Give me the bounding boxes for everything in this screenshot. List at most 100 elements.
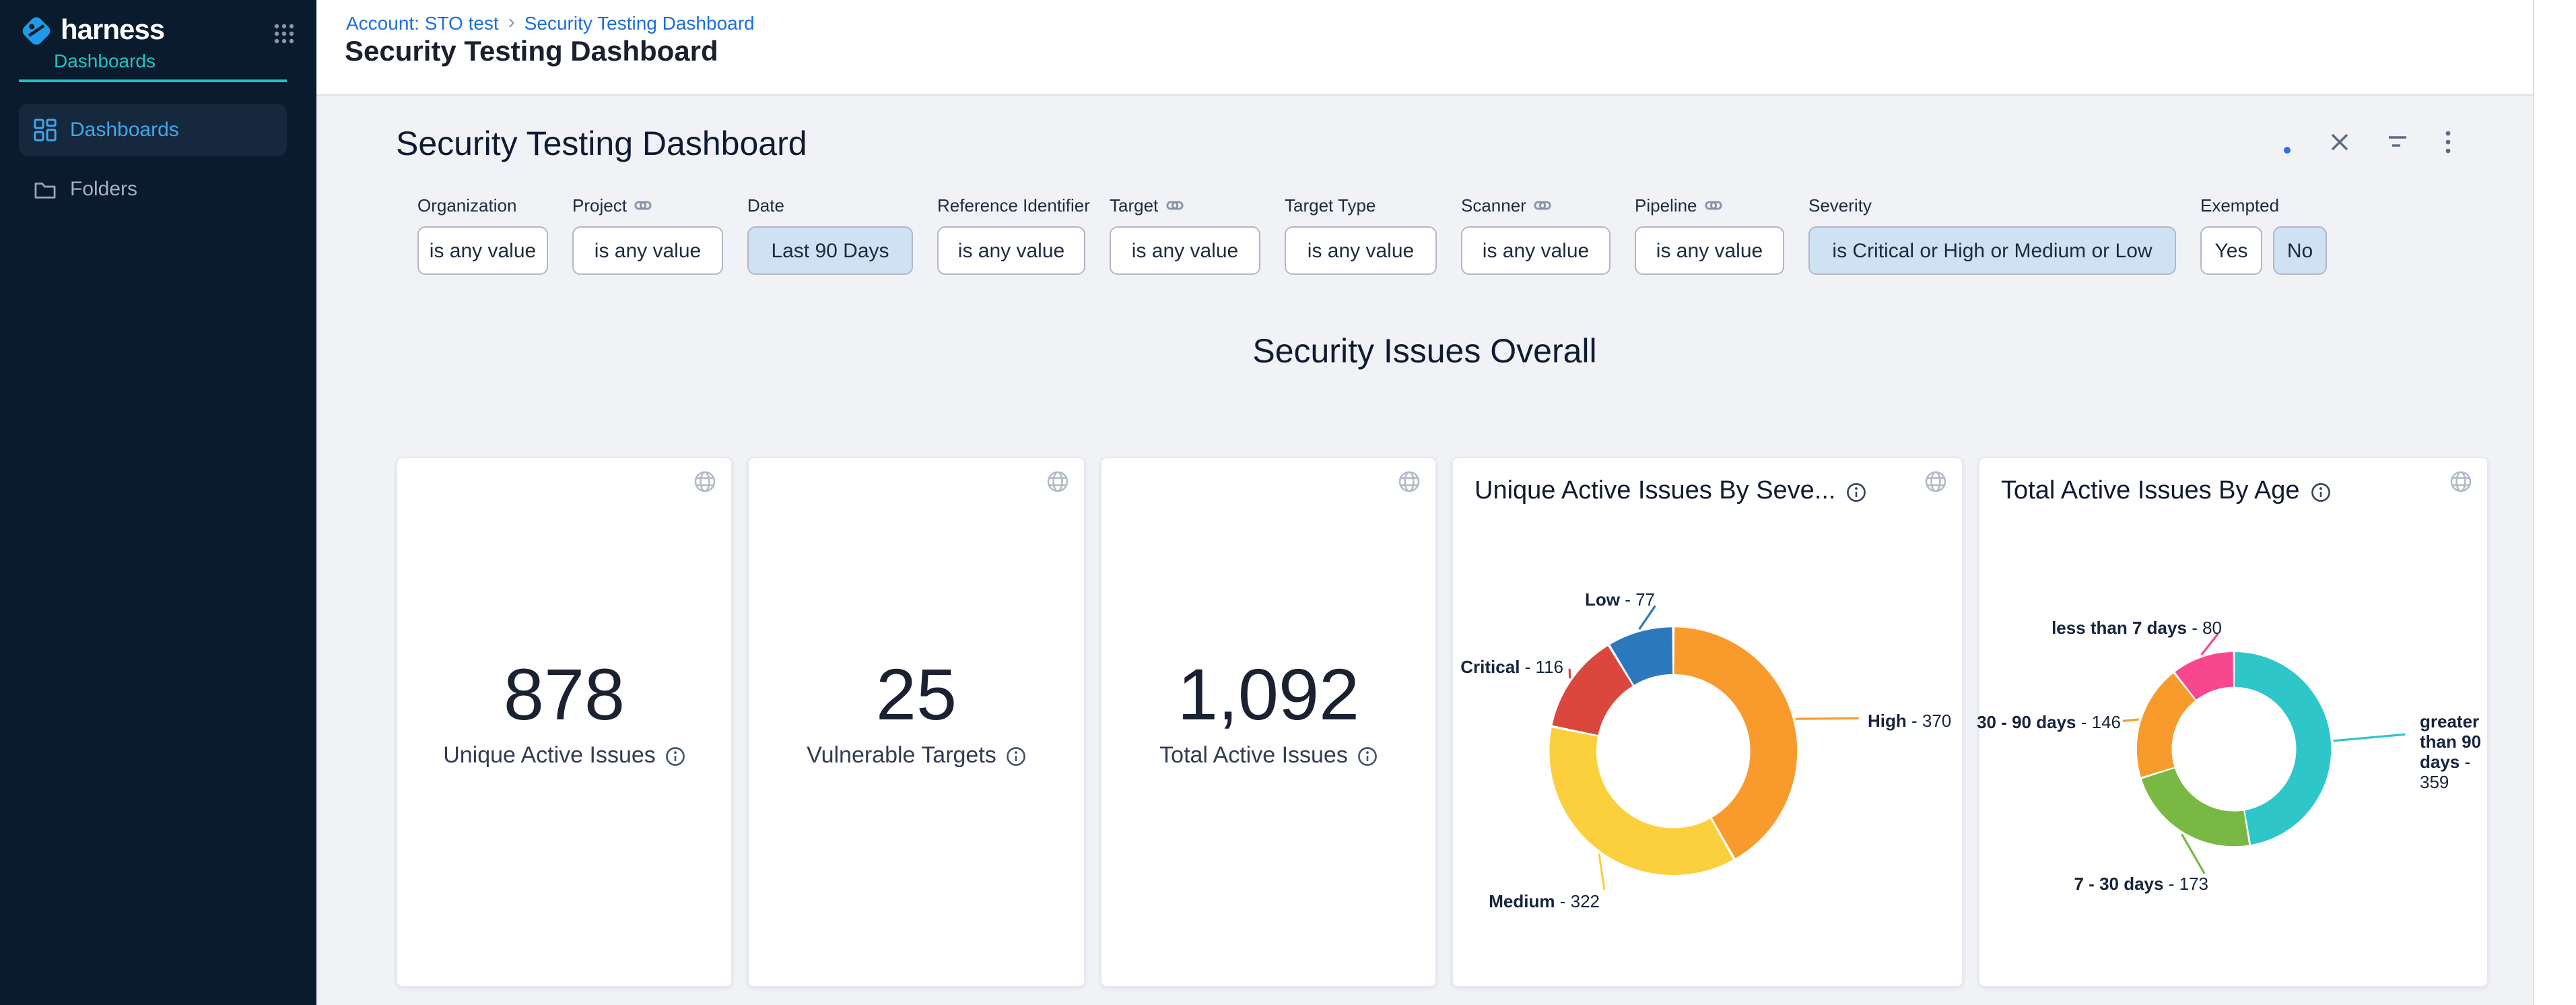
donut-label-low: Low - 77 [1585, 589, 1655, 610]
donut-segment-7-30-days[interactable] [2158, 774, 2246, 829]
sidebar: harness Dashboards Dash [0, 0, 316, 1005]
stat-label: Total Active Issues [1159, 742, 1348, 769]
sidebar-item-folders[interactable]: Folders [19, 167, 287, 210]
harness-logo-icon [19, 13, 54, 48]
sidebar-item-label: Dashboards [70, 119, 179, 141]
harness-logo[interactable]: harness [19, 13, 164, 48]
module-grid-icon[interactable] [273, 23, 295, 44]
scrollbar[interactable] [2533, 0, 2576, 1005]
filter-target-value[interactable]: is any value [1110, 226, 1260, 275]
donut-svg [1453, 539, 1962, 986]
globe-icon[interactable] [693, 470, 716, 493]
leader-line-greater-than-90-days [2334, 734, 2406, 741]
close-icon[interactable] [2330, 132, 2350, 152]
section-title: Security Issues Overall [316, 333, 2533, 372]
dashboard-canvas: Security Testing Dashboard Organization … [316, 96, 2533, 1005]
leader-line-30-90-days [2123, 719, 2139, 721]
filter-organization-value[interactable]: is any value [417, 226, 548, 275]
donut-label-30-90-days: 30 - 90 days - 146 [1977, 712, 2121, 732]
folder-icon [34, 179, 57, 199]
filter-organization: Organization is any value [417, 195, 548, 275]
globe-icon[interactable] [1924, 470, 1947, 493]
donut-segment-greater-than-90-days[interactable] [2235, 670, 2313, 828]
chart-card-issues-by-age: Total Active Issues By Age greater than … [1978, 457, 2488, 987]
filter-severity: Severity is Critical or High or Medium o… [1808, 195, 2176, 275]
sidebar-divider [19, 79, 287, 82]
link-icon [635, 197, 652, 214]
breadcrumb: Account: STO test › Security Testing Das… [346, 11, 755, 34]
exempted-yes-button[interactable]: Yes [2200, 226, 2262, 275]
leader-line-medium [1599, 853, 1604, 890]
filter-label: Organization [417, 195, 516, 216]
filter-scanner: Scanner is any value [1461, 195, 1611, 275]
filter-label: Pipeline [1635, 195, 1697, 216]
filter-reference-identifier: Reference Identifier is any value [937, 195, 1085, 275]
info-icon[interactable] [1006, 746, 1026, 766]
filter-project-value[interactable]: is any value [572, 226, 723, 275]
kebab-menu-icon[interactable] [2445, 131, 2451, 154]
stat-value: 25 [749, 655, 1084, 736]
filter-target-type: Target Type is any value [1285, 195, 1437, 275]
filter-reference-identifier-value[interactable]: is any value [937, 226, 1085, 275]
cursor-dot [2284, 147, 2291, 154]
donut-chart-severity: High - 370Medium - 322Critical - 116Low … [1453, 539, 1962, 986]
stat-label: Unique Active Issues [443, 742, 656, 769]
stat-value: 878 [397, 655, 731, 736]
info-icon[interactable] [665, 746, 685, 766]
info-icon[interactable] [2311, 482, 2331, 502]
breadcrumb-page-link[interactable]: Security Testing Dashboard [524, 11, 755, 33]
stat-card-total-active-issues: 1,092 Total Active Issues [1100, 457, 1437, 987]
filter-date: Date Last 90 Days [747, 195, 913, 275]
link-icon [1534, 197, 1552, 214]
panel-title: Security Testing Dashboard [396, 125, 807, 164]
donut-segment-high[interactable] [1674, 651, 1774, 838]
filter-date-value[interactable]: Last 90 Days [747, 226, 913, 275]
filter-pipeline-value[interactable]: is any value [1635, 226, 1784, 275]
leader-line-high [1796, 718, 1859, 719]
donut-label-7-30-days: 7 - 30 days - 173 [2074, 874, 2209, 894]
dashboards-icon [34, 119, 57, 141]
donut-chart-age: greater than 90 days - 3597 - 30 days - … [1979, 539, 2487, 986]
filter-label: Reference Identifier [937, 195, 1090, 216]
globe-icon[interactable] [2449, 470, 2472, 493]
info-icon[interactable] [1357, 746, 1378, 766]
link-icon [1705, 197, 1723, 214]
filter-scanner-value[interactable]: is any value [1461, 226, 1611, 275]
filter-label: Project [572, 195, 627, 216]
link-icon [1166, 197, 1184, 214]
filter-exempted: Exempted Yes No [2200, 195, 2327, 275]
donut-segment-30-90-days[interactable] [2155, 687, 2184, 772]
info-icon[interactable] [1847, 482, 1867, 502]
globe-icon[interactable] [1046, 470, 1069, 493]
brand-wordmark: harness [61, 15, 164, 47]
sidebar-item-dashboards[interactable]: Dashboards [19, 104, 287, 156]
globe-icon[interactable] [1398, 470, 1421, 493]
chevron-right-icon: › [508, 11, 515, 34]
filter-label: Exempted [2200, 195, 2279, 216]
donut-label-less-than-7-days: less than 7 days - 80 [2052, 618, 2222, 638]
top-header: Account: STO test › Security Testing Das… [316, 0, 2533, 96]
filter-project: Project is any value [572, 195, 723, 275]
donut-segment-less-than-7-days[interactable] [2185, 670, 2233, 686]
breadcrumb-account-link[interactable]: Account: STO test [346, 11, 499, 33]
filter-label: Severity [1808, 195, 1872, 216]
donut-svg [1979, 539, 2487, 986]
filter-icon[interactable] [2386, 133, 2409, 151]
chart-card-issues-by-severity: Unique Active Issues By Seve... High - 3… [1452, 457, 1963, 987]
donut-segment-medium[interactable] [1573, 732, 1722, 851]
donut-label-high: High - 370 [1868, 711, 1951, 731]
filter-bar: Organization is any value Project is any… [417, 195, 2327, 275]
donut-segment-critical[interactable] [1575, 666, 1621, 730]
filter-label: Scanner [1461, 195, 1526, 216]
chart-title: Unique Active Issues By Seve... [1475, 477, 1836, 507]
exempted-no-button[interactable]: No [2273, 226, 2327, 275]
filter-target-type-value[interactable]: is any value [1285, 226, 1437, 275]
filter-label: Target Type [1285, 195, 1376, 216]
stat-card-unique-active-issues: 878 Unique Active Issues [396, 457, 733, 987]
filter-severity-value[interactable]: is Critical or High or Medium or Low [1808, 226, 2176, 275]
donut-segment-low[interactable] [1622, 651, 1672, 665]
donut-label-critical: Critical - 116 [1460, 657, 1563, 677]
app-root: harness Dashboards Dash [0, 0, 2576, 1005]
filter-pipeline: Pipeline is any value [1635, 195, 1784, 275]
chart-title: Total Active Issues By Age [2001, 477, 2300, 507]
